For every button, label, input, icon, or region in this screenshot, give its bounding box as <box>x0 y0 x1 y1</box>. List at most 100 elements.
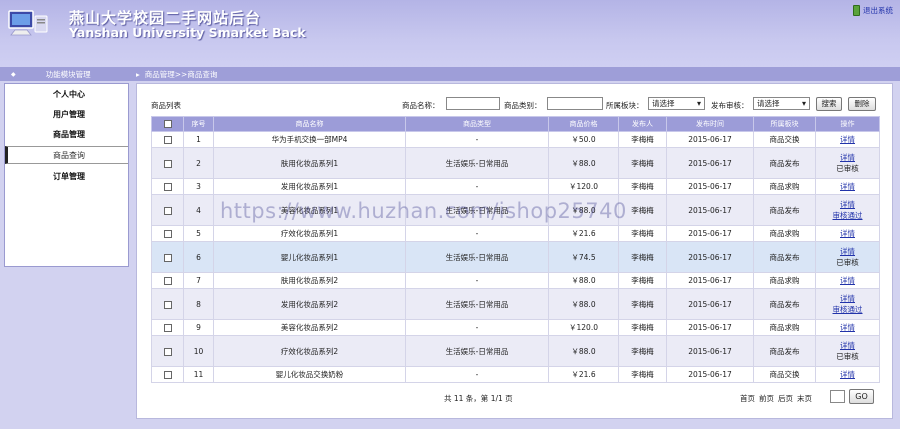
publish-date: 2015-06-17 <box>666 319 754 336</box>
block-label: 所属板块： <box>606 101 644 110</box>
goods-name: 疗效化妆品系列1 <box>213 225 406 242</box>
select-cell <box>151 147 184 179</box>
detail-link[interactable]: 详情 <box>816 340 879 351</box>
pager-first[interactable]: 首页 <box>740 393 755 404</box>
goods-price: ￥88.0 <box>548 335 619 367</box>
row-checkbox[interactable] <box>163 371 172 379</box>
goods-price: ￥88.0 <box>548 194 619 226</box>
publish-date: 2015-06-17 <box>666 288 754 320</box>
block-select[interactable]: 请选择 <box>648 97 705 110</box>
page-number-input[interactable] <box>830 390 845 403</box>
goods-name: 华为手机交换一部MP4 <box>213 131 406 148</box>
goods-price: ￥120.0 <box>548 178 619 195</box>
publisher: 李梅梅 <box>618 225 667 242</box>
row-checkbox[interactable] <box>163 183 172 191</box>
detail-link[interactable]: 详情 <box>816 246 879 257</box>
operation-cell: 详情 已审核 <box>815 241 880 273</box>
sidebar-item-label: 个人中心 <box>53 89 85 99</box>
go-button[interactable]: GO <box>849 389 874 404</box>
detail-link[interactable]: 详情 <box>816 369 879 380</box>
detail-link[interactable]: 详情 <box>816 134 879 145</box>
delete-button[interactable]: 删除 <box>848 97 876 111</box>
row-number: 10 <box>183 335 214 367</box>
select-cell <box>151 335 184 367</box>
select-cell <box>151 131 184 148</box>
row-checkbox[interactable] <box>163 136 172 144</box>
logout-button[interactable]: 退出系统 <box>853 5 893 16</box>
detail-link[interactable]: 详情 <box>816 199 879 210</box>
pager-prev[interactable]: 前页 <box>759 393 774 404</box>
arrow-icon: ▸ <box>136 69 140 79</box>
audit-label: 发布审核： <box>711 101 749 110</box>
row-checkbox[interactable] <box>163 324 172 332</box>
search-button[interactable]: 搜索 <box>816 97 842 111</box>
select-cell <box>151 319 184 336</box>
publisher: 李梅梅 <box>618 288 667 320</box>
row-checkbox[interactable] <box>163 253 172 262</box>
row-number: 6 <box>183 241 214 273</box>
goods-type: - <box>405 319 549 336</box>
sidebar-item-goods-query[interactable]: 商品查询 <box>5 146 128 164</box>
block: 商品交换 <box>753 366 816 383</box>
header-select-all[interactable] <box>151 116 184 132</box>
select-cell <box>151 241 184 273</box>
approve-link[interactable]: 审核通过 <box>816 304 879 315</box>
row-checkbox[interactable] <box>163 206 172 215</box>
column-header: 发布时间 <box>666 116 754 132</box>
goods-name-input[interactable] <box>446 97 500 110</box>
column-header: 操作 <box>815 116 880 132</box>
goods-type: 生活娱乐-日常用品 <box>405 147 549 179</box>
pager-next[interactable]: 后页 <box>778 393 793 404</box>
goods-name: 发用化妆品系列2 <box>213 288 406 320</box>
row-number: 11 <box>183 366 214 383</box>
publisher: 李梅梅 <box>618 241 667 273</box>
goods-name: 肤用化妆品系列1 <box>213 147 406 179</box>
block: 商品发布 <box>753 288 816 320</box>
header: 燕山大学校园二手网站后台 Yanshan University Smarket … <box>0 0 900 67</box>
column-header: 商品类型 <box>405 116 549 132</box>
audit-select[interactable]: 请选择 <box>753 97 810 110</box>
row-checkbox[interactable] <box>163 347 172 356</box>
publish-date: 2015-06-17 <box>666 194 754 226</box>
goods-name: 发用化妆品系列1 <box>213 178 406 195</box>
publisher: 李梅梅 <box>618 272 667 289</box>
sidebar-item-personal-center[interactable]: 个人中心 <box>5 84 128 104</box>
row-checkbox[interactable] <box>163 300 172 309</box>
row-checkbox[interactable] <box>163 230 172 238</box>
select-all-checkbox[interactable] <box>163 120 172 128</box>
detail-link[interactable]: 详情 <box>816 181 879 192</box>
detail-link[interactable]: 详情 <box>816 293 879 304</box>
operation-cell: 详情 <box>815 225 880 242</box>
column-header: 商品价格 <box>548 116 619 132</box>
goods-price: ￥21.6 <box>548 366 619 383</box>
row-checkbox[interactable] <box>163 159 172 168</box>
operation-cell: 详情 <box>815 178 880 195</box>
row-number: 7 <box>183 272 214 289</box>
goods-price: ￥50.0 <box>548 131 619 148</box>
goods-name: 美容化妆品系列1 <box>213 194 406 226</box>
goods-name: 疗效化妆品系列2 <box>213 335 406 367</box>
sidebar-item-goods[interactable]: 商品管理 <box>5 124 128 144</box>
detail-link[interactable]: 详情 <box>816 228 879 239</box>
goods-table: 序号 商品名称 商品类型 商品价格 发布人 发布时间 所属板块 操作 1 华为手机… <box>151 116 880 383</box>
publisher: 李梅梅 <box>618 194 667 226</box>
detail-link[interactable]: 详情 <box>816 152 879 163</box>
table-row: 4 美容化妆品系列1 生活娱乐-日常用品 ￥88.0 李梅梅 2015-06-17 商品发布… <box>151 194 880 226</box>
row-checkbox[interactable] <box>163 277 172 285</box>
operation-cell: 详情 已审核 <box>815 147 880 179</box>
select-cell <box>151 194 184 226</box>
approve-link[interactable]: 审核通过 <box>816 210 879 221</box>
goods-price: ￥88.0 <box>548 288 619 320</box>
detail-link[interactable]: 详情 <box>816 275 879 286</box>
detail-link[interactable]: 详情 <box>816 322 879 333</box>
publish-date: 2015-06-17 <box>666 241 754 273</box>
sidebar-item-users[interactable]: 用户管理 <box>5 104 128 124</box>
sidebar-item-orders[interactable]: 订单管理 <box>5 166 128 186</box>
pager-last[interactable]: 末页 <box>797 393 812 404</box>
table-row: 1 华为手机交换一部MP4- ￥50.0 李梅梅 2015-06-17 商品交换 详情 <box>151 131 880 148</box>
goods-name: 肤用化妆品系列2 <box>213 272 406 289</box>
publisher: 李梅梅 <box>618 131 667 148</box>
publisher: 李梅梅 <box>618 147 667 179</box>
goods-price: ￥88.0 <box>548 147 619 179</box>
goods-type-input[interactable] <box>547 97 603 110</box>
